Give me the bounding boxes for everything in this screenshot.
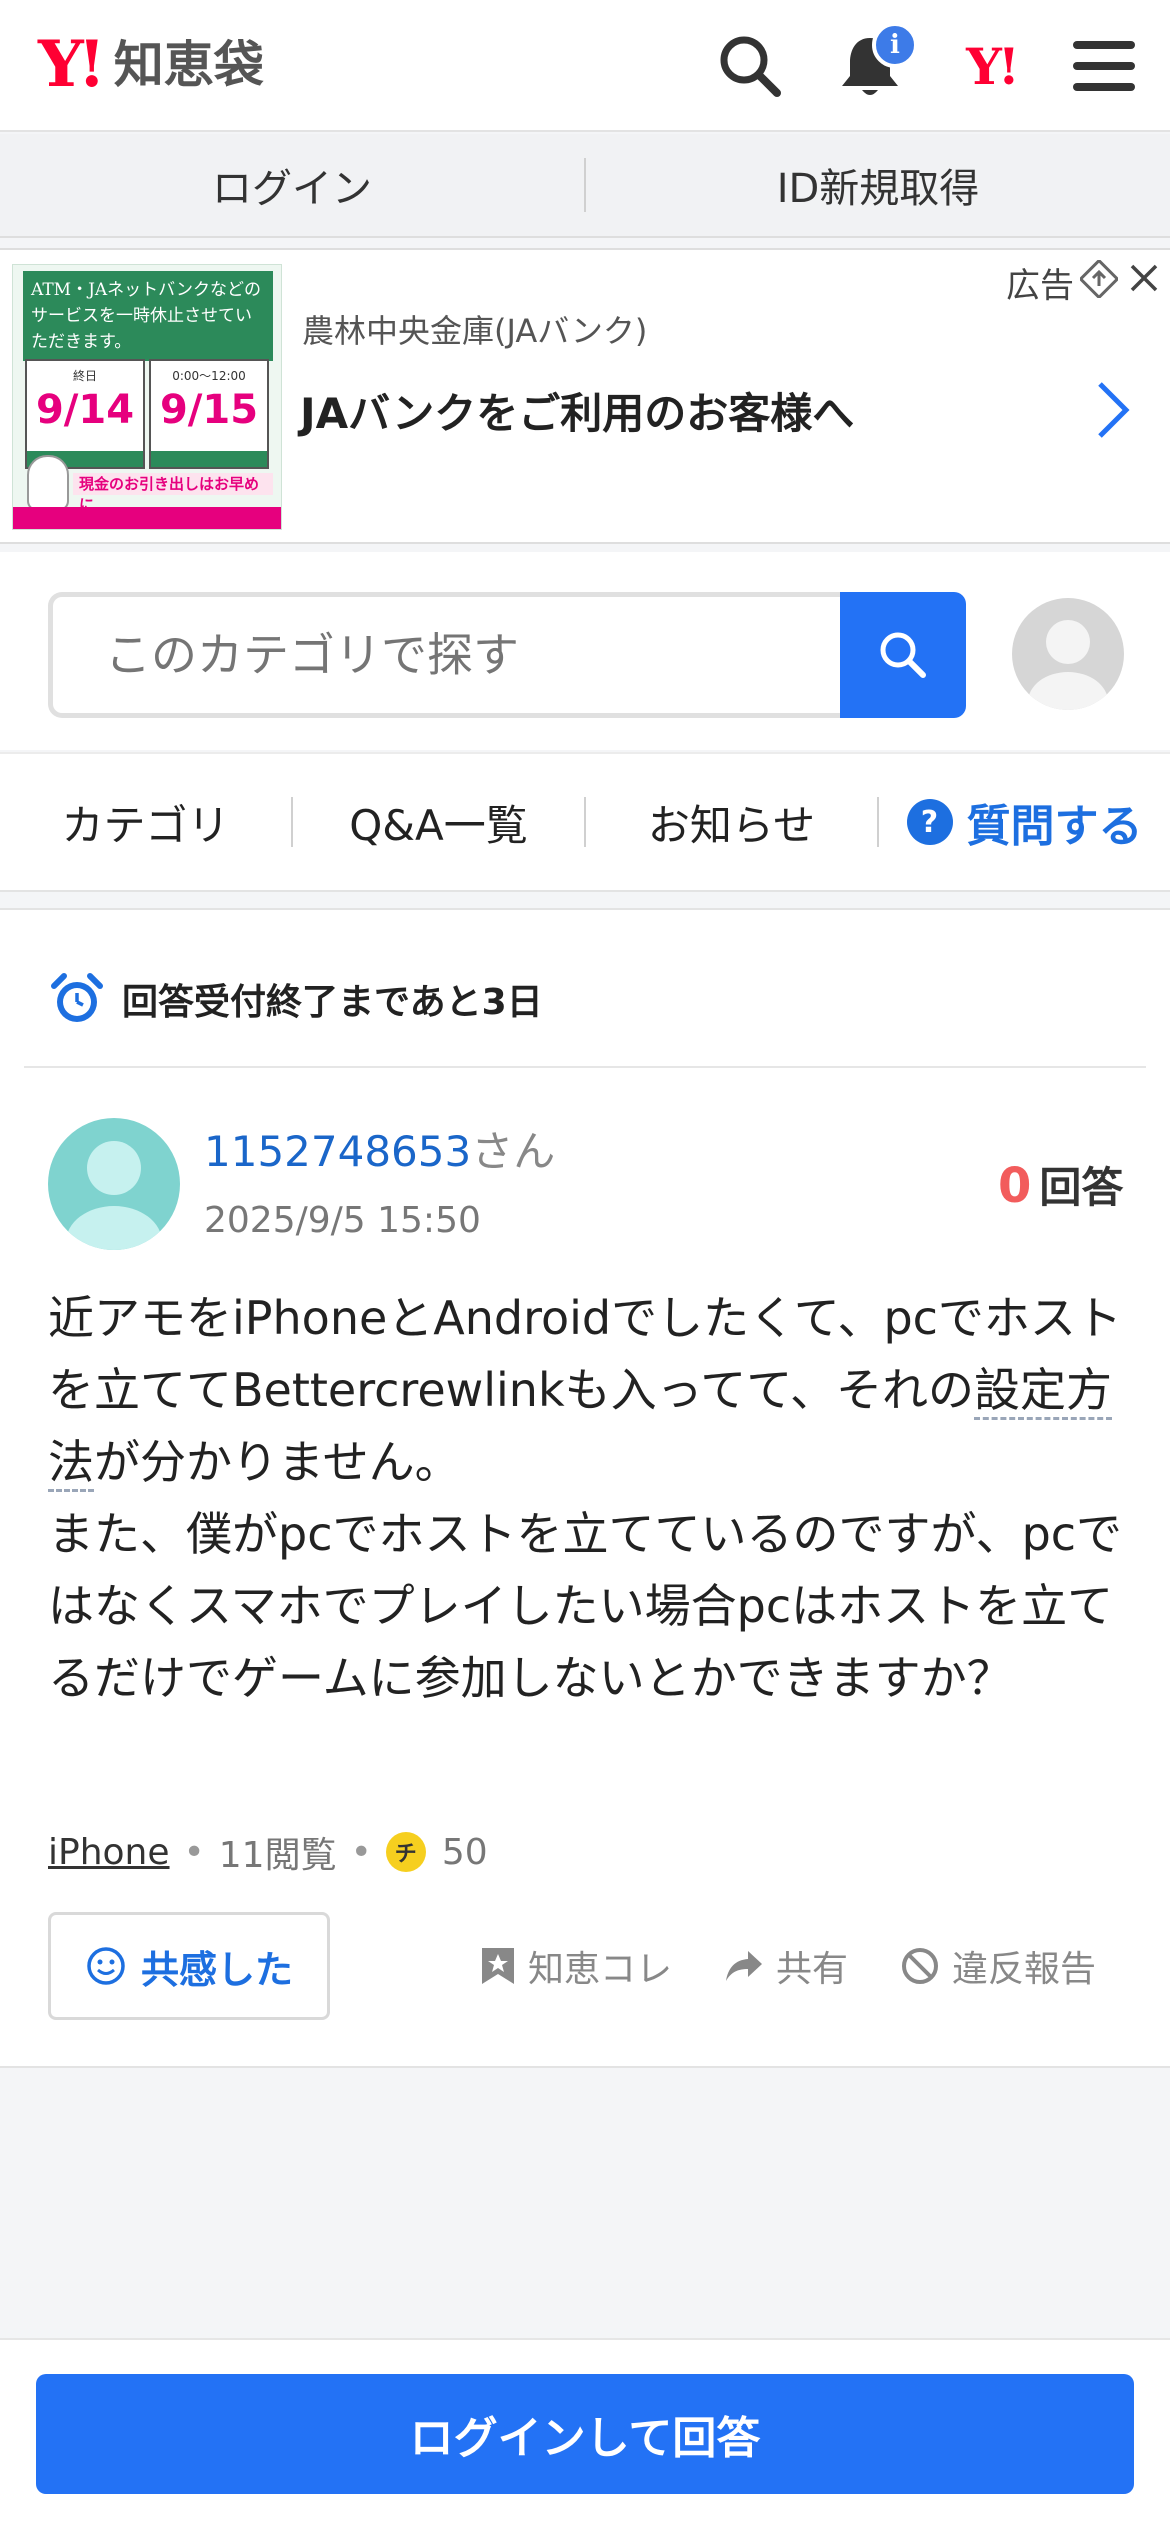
ad-banner[interactable]: ATM・JAネットバンクなどのサービスを一時休止させていただきます。 終日 9/… — [0, 248, 1170, 544]
bookmark-button[interactable]: 知恵コレ — [480, 1940, 672, 1992]
bookmark-star-icon — [482, 1948, 514, 1984]
coin-icon: チ — [385, 1832, 426, 1872]
category-nav: カテゴリ Q&A一覧 お知らせ ? 質問する — [0, 752, 1170, 892]
logo-text: 知恵袋 — [113, 36, 264, 94]
category-search-area — [0, 552, 1170, 750]
question-meta: iPhone • 11閲覧 • チ 50 — [48, 1826, 488, 1878]
questioner-name[interactable]: 1152748653さん — [204, 1118, 555, 1179]
questioner-id[interactable]: 1152748653 — [204, 1127, 471, 1176]
view-count: 11閲覧 — [218, 1835, 337, 1876]
nav-notices[interactable]: お知らせ — [586, 792, 877, 853]
answer-count-number: 0 — [998, 1158, 1032, 1214]
nav-category[interactable]: カテゴリ — [0, 792, 291, 853]
alarm-clock-icon — [51, 973, 103, 1022]
chevron-right-icon[interactable] — [1090, 378, 1134, 442]
yahoo-chiebukuro-logo[interactable]: Y! 知恵袋 — [38, 30, 264, 100]
answer-count: 0 回答 — [998, 1154, 1123, 1215]
empathy-label: 共感した — [140, 1947, 293, 1992]
nav-qa-list[interactable]: Q&A一覧 — [293, 792, 584, 853]
ad-advertiser: 農林中央金庫(JAバンク) — [302, 312, 648, 350]
ad-image-date1: 終日 9/14 — [25, 359, 145, 469]
question-icon: ? — [906, 799, 953, 845]
category-tag[interactable]: iPhone — [48, 1832, 170, 1873]
notification-bell-icon[interactable]: i — [832, 22, 918, 104]
question-actions: 知恵コレ 共有 違反報告 — [480, 1940, 1148, 1992]
honorific: さん — [471, 1127, 556, 1176]
category-search-input[interactable] — [48, 592, 842, 718]
answer-deadline: 回答受付終了まであと3日 — [50, 972, 543, 1026]
user-avatar[interactable] — [1012, 598, 1124, 710]
ask-question-button[interactable]: ? 質問する — [879, 790, 1170, 854]
search-icon — [880, 632, 926, 678]
smile-icon — [87, 1947, 125, 1985]
ad-label: 広告 — [1006, 266, 1074, 306]
login-link[interactable]: ログイン — [0, 156, 584, 214]
coin-amount: 50 — [441, 1831, 488, 1873]
share-button[interactable]: 共有 — [724, 1940, 848, 1992]
share-arrow-icon — [726, 1951, 763, 1981]
ad-image[interactable]: ATM・JAネットバンクなどのサービスを一時休止させていただきます。 終日 9/… — [12, 264, 282, 530]
questioner-avatar[interactable] — [48, 1118, 180, 1250]
empathy-button[interactable]: 共感した — [48, 1912, 330, 2020]
question-card: 回答受付終了まであと3日 1152748653さん 2025/9/5 15:50… — [0, 908, 1170, 2068]
report-button[interactable]: 違反報告 — [900, 1940, 1096, 1992]
ad-close-icon[interactable] — [1124, 258, 1164, 298]
ad-image-cash-notice: 現金のお引き出しはお早めに — [73, 473, 273, 514]
hamburger-menu-icon[interactable] — [1066, 28, 1142, 104]
ad-image-notice: ATM・JAネットバンクなどのサービスを一時休止させていただきます。 — [23, 271, 273, 361]
yahoo-logo-mark: Y! — [38, 27, 106, 102]
login-bar: ログイン ID新規取得 — [0, 134, 1170, 238]
ask-question-label: 質問する — [966, 801, 1143, 852]
ad-image-date2: 0:00～12:00 9/15 — [149, 359, 269, 469]
question-date: 2025/9/5 15:50 — [204, 1200, 481, 1241]
divider — [24, 1066, 1146, 1068]
ad-mascot-image — [27, 455, 69, 511]
deadline-text: 回答受付終了まであと3日 — [122, 982, 543, 1023]
app-header: Y! 知恵袋 i Y! — [0, 0, 1170, 132]
register-link[interactable]: ID新規取得 — [586, 156, 1170, 214]
prohibited-icon — [902, 1948, 939, 1984]
ad-info-icon[interactable] — [1078, 258, 1120, 300]
search-button[interactable] — [840, 592, 966, 718]
ad-title[interactable]: JAバンクをご利用のお客様へ — [300, 380, 854, 441]
notification-badge: i — [872, 22, 918, 68]
yahoo-home-icon[interactable]: Y! — [950, 28, 1032, 104]
bottom-bar: ログインして回答 — [0, 2338, 1170, 2532]
search-icon[interactable] — [712, 28, 788, 104]
question-body: 近アモをiPhoneとAndroidでしたくて、pcでホストを立ててBetter… — [48, 1291, 1123, 1705]
answer-count-label: 回答 — [1039, 1163, 1124, 1212]
login-to-answer-button[interactable]: ログインして回答 — [36, 2374, 1134, 2494]
